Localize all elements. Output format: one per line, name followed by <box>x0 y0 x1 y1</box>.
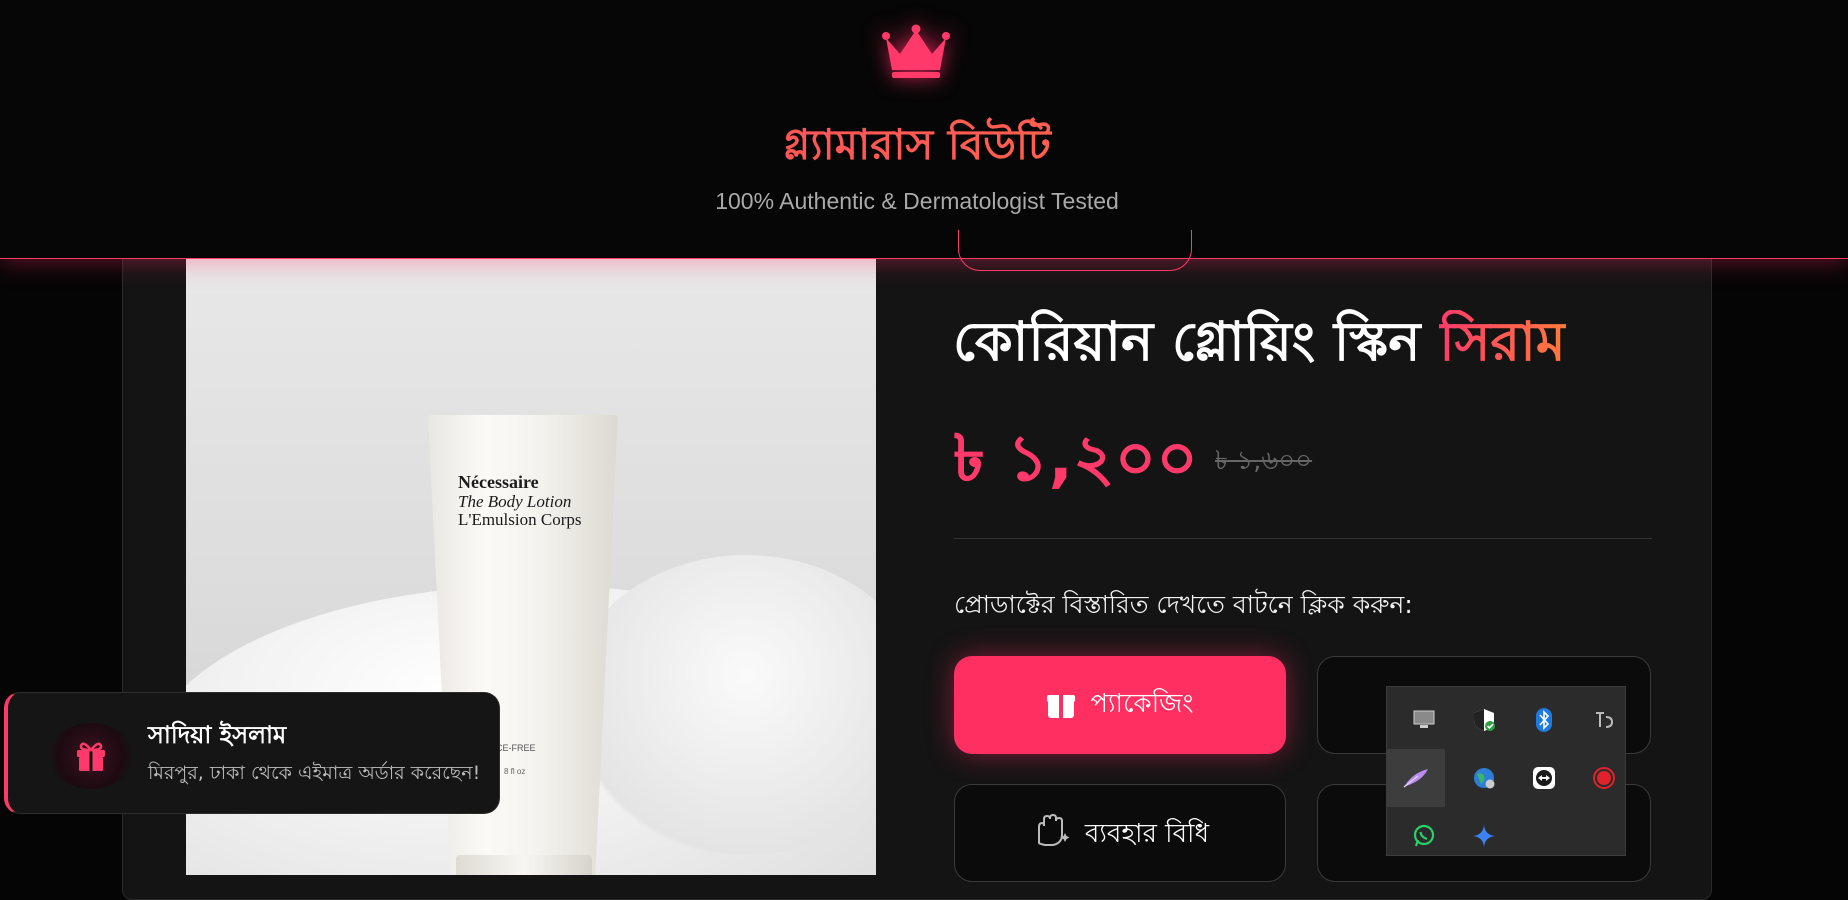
details-prompt: প্রোডাক্টের বিস্তারিত দেখতে বাটনে ক্লিক … <box>954 590 1413 619</box>
toast-customer-name: সাদিয়া ইসলাম <box>148 721 287 749</box>
usage-label: ব্যবহার বিধি <box>1084 819 1210 849</box>
quill-icon[interactable] <box>1387 749 1445 807</box>
ime-icon[interactable] <box>1575 691 1633 749</box>
packaging-button[interactable]: প্যাকেজিং <box>954 656 1286 754</box>
box-icon <box>1047 695 1076 718</box>
packaging-label: প্যাকেজিং <box>1090 689 1194 719</box>
order-toast: সাদিয়া ইসলাম মিরপুর, ঢাকা থেকে এইমাত্র … <box>4 692 500 814</box>
teamviewer-icon[interactable] <box>1515 749 1573 807</box>
windows-security-icon[interactable] <box>1455 691 1513 749</box>
product-title-accent: সিরাম <box>1439 310 1566 373</box>
bluetooth-icon[interactable] <box>1515 691 1573 749</box>
product-price: ৳ ১,২০০ <box>953 422 1198 496</box>
globe-icon[interactable] <box>1455 749 1513 807</box>
category-badge <box>958 230 1192 271</box>
toast-icon-bg <box>48 723 134 789</box>
tube-small-text: CE-FREE <box>496 743 536 753</box>
crown-icon <box>882 24 950 78</box>
tube-brand: Nécessaire <box>458 472 539 492</box>
site-header: গ্ল্যামারাস বিউটি 100% Authentic & Derma… <box>0 0 1848 259</box>
whatsapp-icon[interactable] <box>1395 807 1453 865</box>
tube-line2: L'Emulsion Corps <box>458 510 582 530</box>
tube-line1: The Body Lotion <box>458 491 572 511</box>
lotion-tube-cap <box>456 855 592 875</box>
system-tray-popup <box>1386 686 1626 856</box>
product-title-main: কোরিয়ান গ্লোয়িং স্কিন <box>953 310 1440 373</box>
hand-sparkle-icon <box>1037 813 1070 846</box>
sparkle-icon[interactable] <box>1455 807 1513 865</box>
product-old-price: ৳ ১,৬০০ <box>1215 446 1313 476</box>
display-icon[interactable] <box>1395 691 1453 749</box>
tube-label: Nécessaire The Body Lotion L'Emulsion Co… <box>458 472 608 530</box>
gift-icon <box>77 742 105 771</box>
usage-button[interactable]: ব্যবহার বিধি <box>954 784 1286 882</box>
tube-volume-text: 8 fl oz <box>504 767 526 776</box>
record-icon[interactable] <box>1575 749 1633 807</box>
toast-message: মিরপুর, ঢাকা থেকে এইমাত্র অর্ডার করেছেন! <box>148 762 481 784</box>
product-title: কোরিয়ান গ্লোয়িং স্কিন সিরাম <box>953 300 1566 390</box>
brand-tagline: 100% Authentic & Dermatologist Tested <box>715 188 1119 214</box>
divider <box>954 538 1652 539</box>
brand-title[interactable]: গ্ল্যামারাস বিউটি <box>0 112 1834 183</box>
